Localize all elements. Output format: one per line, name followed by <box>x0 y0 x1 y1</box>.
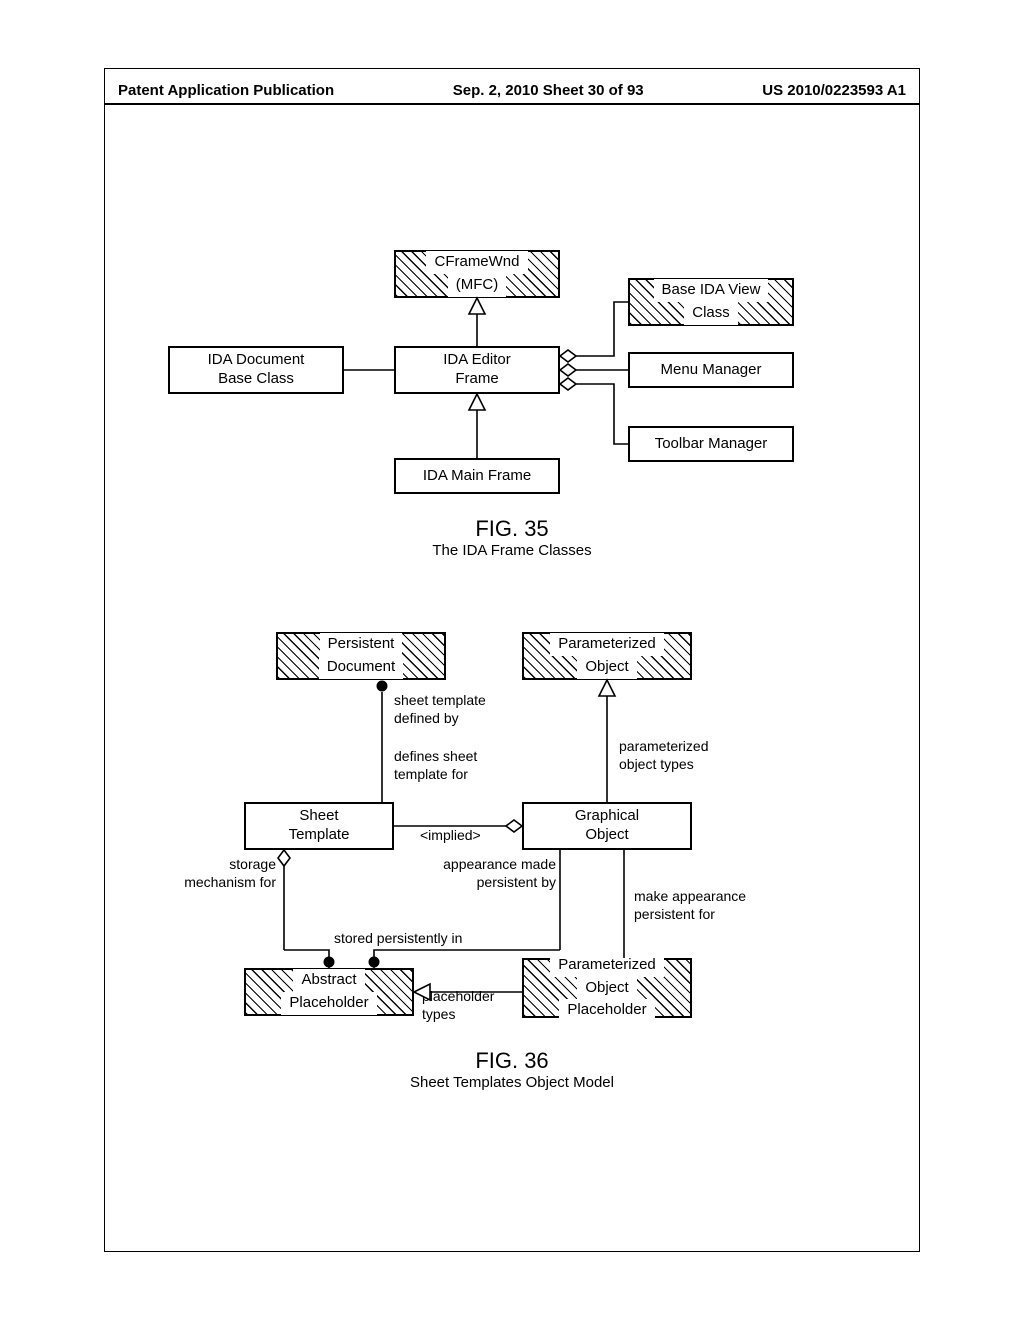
fig36-subtitle: Sheet Templates Object Model <box>104 1074 920 1091</box>
fig36-connectors <box>104 68 920 1068</box>
diagram-canvas: CFrameWnd (MFC) Base IDA View Class IDA … <box>104 68 920 1252</box>
fig36-title: FIG. 36 <box>104 1048 920 1074</box>
